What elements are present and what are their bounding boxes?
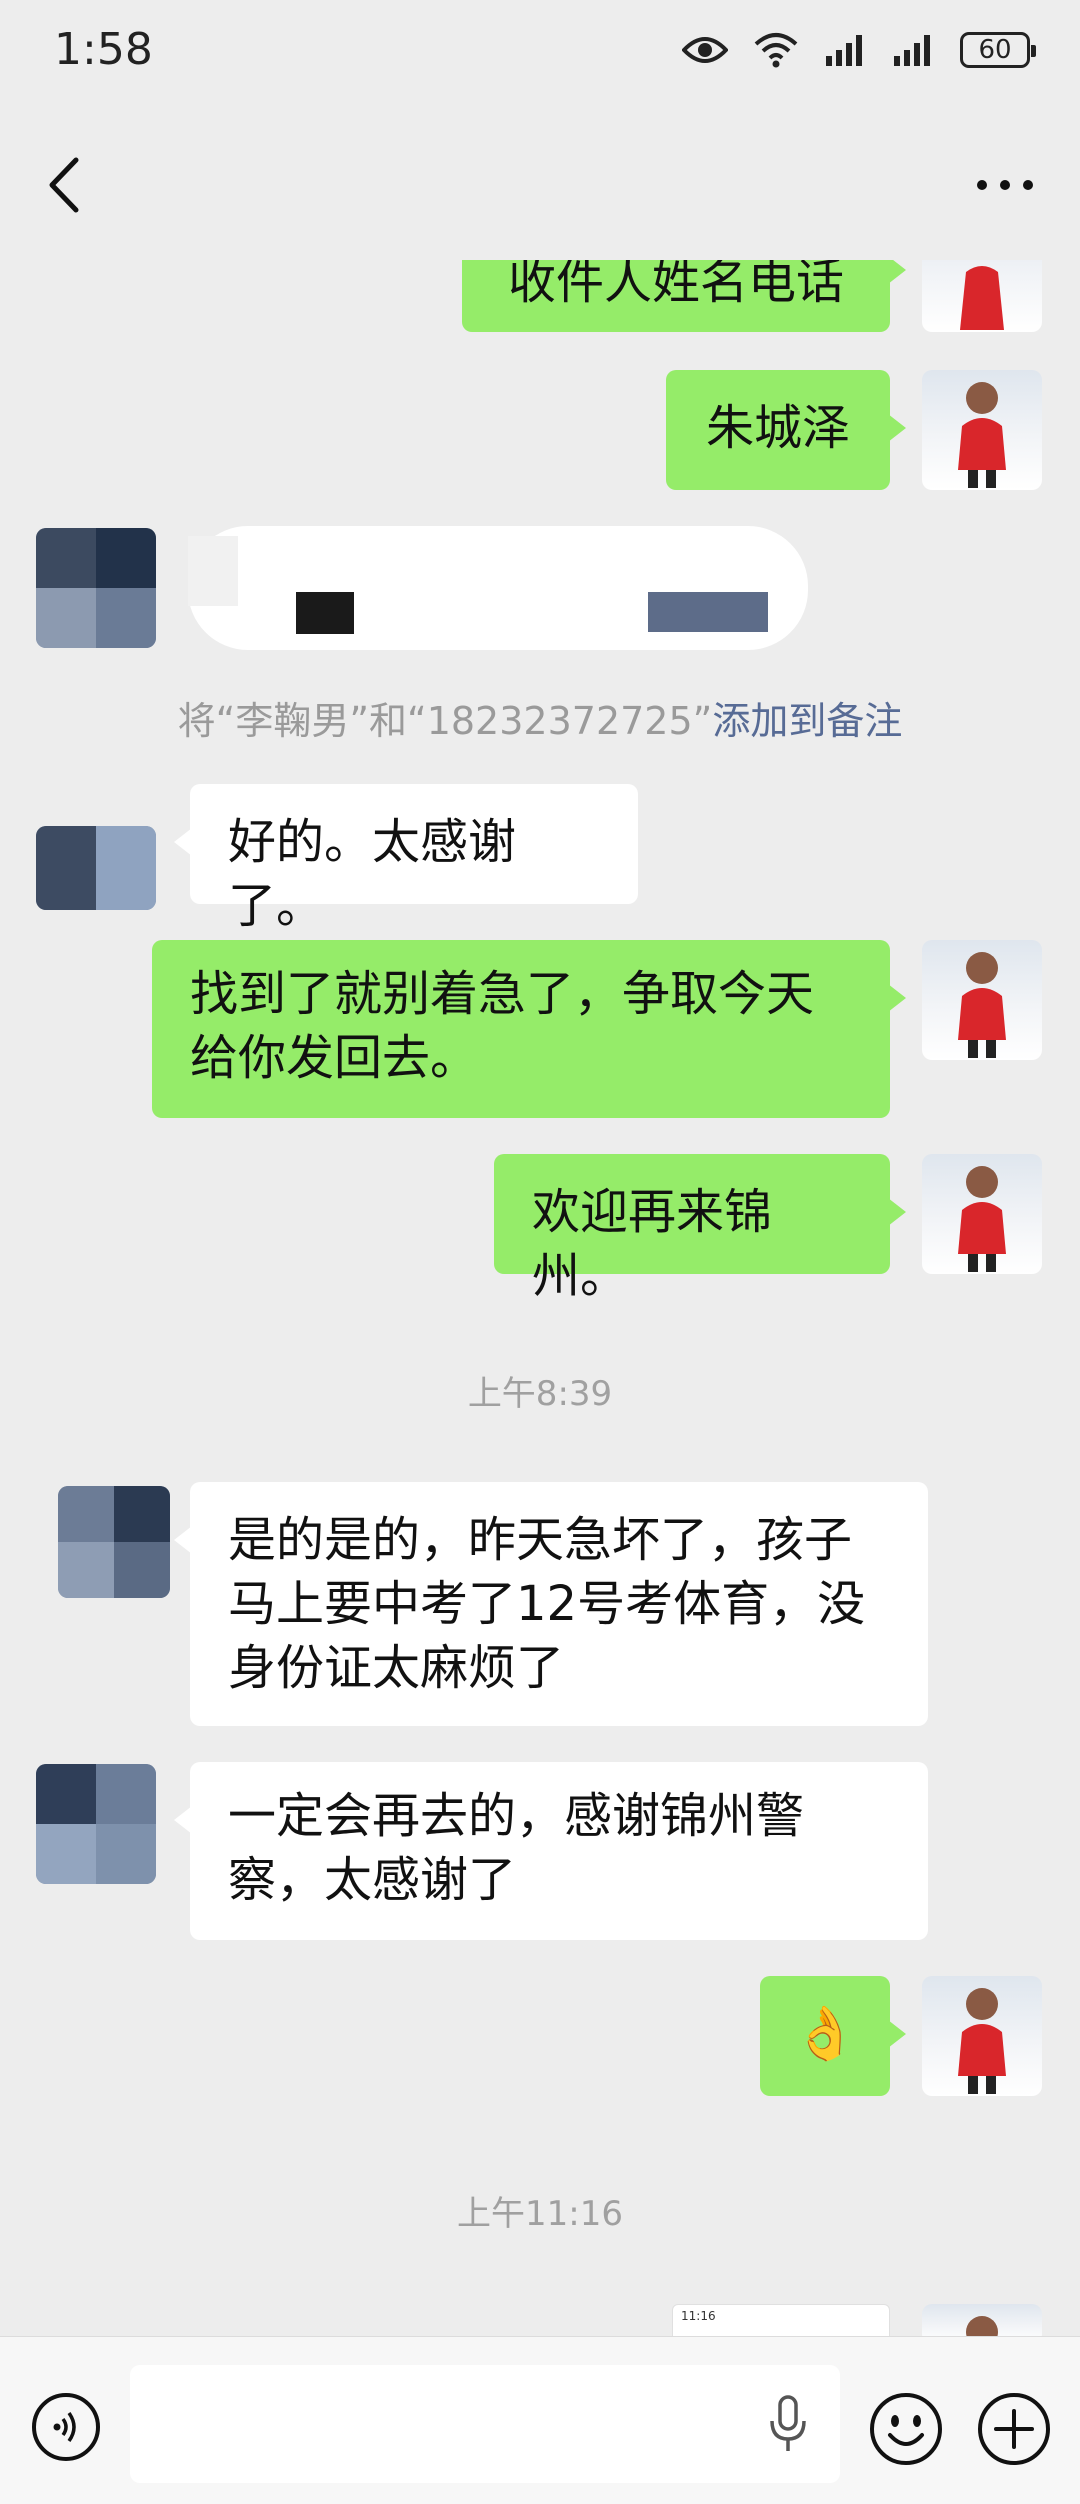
contact-avatar[interactable] <box>36 1764 156 1884</box>
message-outgoing[interactable]: 👌 <box>760 1976 906 2096</box>
message-text: 好的。太感谢了。 <box>228 814 517 934</box>
message-text: 收件人姓名电话 <box>507 260 844 310</box>
emoji-icon[interactable] <box>868 2391 944 2467</box>
back-button[interactable] <box>40 150 90 220</box>
message-incoming[interactable]: 是的是的，昨天急坏了，孩子马上要中考了12号考体育，没身份证太麻烦了 <box>174 1482 928 1726</box>
message-text: 一定会再去的，感谢锦州警察，太感谢了 <box>228 1788 805 1908</box>
my-avatar[interactable] <box>922 2304 1042 2336</box>
signal-icon-2 <box>894 35 930 66</box>
microphone-icon[interactable] <box>760 2393 816 2457</box>
eye-icon <box>682 37 728 63</box>
shared-screenshot-thumbnail[interactable]: 11:16 <box>672 2304 890 2336</box>
battery-indicator: 60 <box>960 32 1036 68</box>
message-input-bar <box>0 2336 1080 2504</box>
wifi-icon <box>754 33 798 68</box>
message-outgoing[interactable]: 找到了就别着急了，争取今天给你发回去。 <box>152 940 906 1118</box>
message-list[interactable]: 收件人姓名电话 朱城泽 将“李鞠男”和“18232372725”添加到备注 好的… <box>0 260 1080 2336</box>
blurred-shared-card[interactable] <box>188 526 808 650</box>
message-outgoing[interactable]: 欢迎再来锦州。 <box>494 1154 906 1304</box>
message-outgoing[interactable]: 收件人姓名电话 <box>462 260 906 332</box>
plus-icon[interactable] <box>976 2391 1052 2467</box>
signal-icon-1 <box>826 35 862 66</box>
my-avatar[interactable] <box>922 1976 1042 2096</box>
contact-avatar[interactable] <box>36 826 156 910</box>
voice-icon[interactable] <box>30 2391 102 2463</box>
status-bar: 1:58 60 <box>0 0 1080 110</box>
add-remark-note: 将“李鞠男”和“18232372725”添加到备注 <box>0 690 1080 745</box>
message-text: 找到了就别着急了，争取今天给你发回去。 <box>190 966 815 1086</box>
status-icons: 60 <box>682 30 1036 70</box>
message-outgoing[interactable]: 朱城泽 <box>666 370 906 490</box>
chat-header <box>0 110 1080 260</box>
message-input[interactable] <box>130 2365 840 2483</box>
add-remark-link[interactable]: 添加到备注 <box>712 699 902 743</box>
contact-avatar[interactable] <box>36 528 156 648</box>
ok-hand-emoji: 👌 <box>792 2004 858 2064</box>
my-avatar[interactable] <box>922 1154 1042 1274</box>
message-text: 是的是的，昨天急坏了，孩子马上要中考了12号考体育，没身份证太麻烦了 <box>228 1512 866 1696</box>
my-avatar[interactable] <box>922 370 1042 490</box>
my-avatar[interactable] <box>922 940 1042 1060</box>
my-avatar[interactable] <box>922 260 1042 332</box>
note-text: 将“李鞠男”和“18232372725” <box>177 699 713 743</box>
message-incoming[interactable]: 好的。太感谢了。 <box>174 784 638 934</box>
contact-avatar[interactable] <box>58 1486 170 1598</box>
message-incoming[interactable]: 一定会再去的，感谢锦州警察，太感谢了 <box>174 1762 928 1940</box>
screenshot-time: 11:16 <box>681 2309 716 2323</box>
timestamp: 上午11:16 <box>457 2194 623 2234</box>
message-text: 朱城泽 <box>705 400 850 456</box>
status-time: 1:58 <box>54 24 153 75</box>
message-text: 欢迎再来锦州。 <box>532 1184 773 1304</box>
more-button[interactable] <box>970 165 1040 205</box>
timestamp: 上午8:39 <box>467 1374 613 1414</box>
